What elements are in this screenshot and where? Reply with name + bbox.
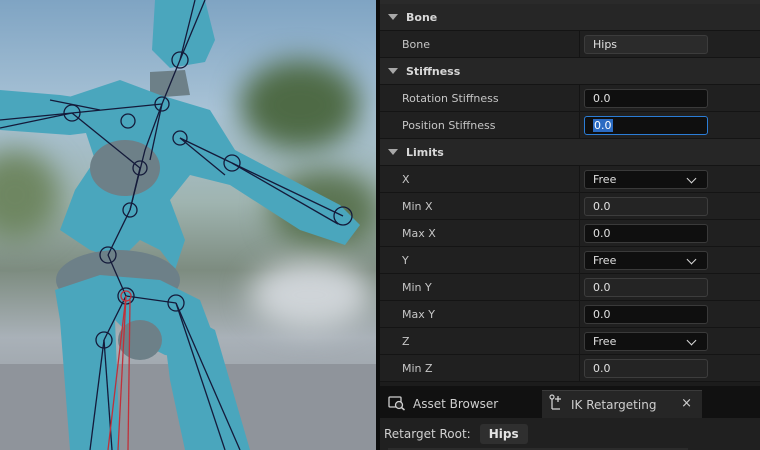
property-label: Min X (402, 199, 433, 213)
tab-bar: Asset Browser IK Retargeting × (380, 386, 760, 418)
chevron-down-icon (686, 254, 697, 265)
section-limits[interactable]: Limits (380, 139, 760, 166)
column-divider[interactable] (579, 355, 580, 381)
row-limit-z: Z Free (380, 328, 760, 355)
row-limit-x: X Free (380, 166, 760, 193)
limit-x-dropdown[interactable]: Free (584, 170, 708, 189)
dropdown-value: Free (593, 254, 617, 267)
min-z-input[interactable]: 0.0 (584, 359, 708, 378)
row-limit-y: Y Free (380, 247, 760, 274)
row-limit-max-x: Max X 0.0 (380, 220, 760, 247)
limits-rows: X Free Min X 0.0 Max X 0.0 Y Free Min Y 0.0 Max Y 0… (380, 166, 760, 382)
section-title: Stiffness (406, 64, 461, 78)
row-limit-min-z: Min Z 0.0 (380, 355, 760, 382)
property-label: Max X (402, 226, 436, 240)
row-limit-min-y: Min Y 0.0 (380, 274, 760, 301)
section-stiffness[interactable]: Stiffness (380, 58, 760, 85)
viewport[interactable] (0, 0, 376, 450)
property-label: Bone (402, 37, 431, 51)
property-label: Min Z (402, 361, 433, 375)
row-position-stiffness: Position Stiffness 0.0 (380, 112, 760, 139)
column-divider[interactable] (579, 112, 580, 138)
column-divider[interactable] (579, 274, 580, 300)
rotation-stiffness-input[interactable]: 0.0 (584, 89, 708, 108)
row-limit-min-x: Min X 0.0 (380, 193, 760, 220)
tab-ik-retargeting[interactable]: IK Retargeting × (542, 390, 702, 418)
close-tab-icon[interactable]: × (681, 396, 692, 411)
retarget-root-value[interactable]: Hips (479, 424, 528, 444)
section-bone[interactable]: Bone (380, 4, 760, 31)
asset-browser-icon (388, 395, 406, 414)
max-x-input[interactable]: 0.0 (584, 224, 708, 243)
position-stiffness-input[interactable]: 0.0 (584, 116, 708, 135)
column-divider[interactable] (579, 193, 580, 219)
selected-text: 0.0 (593, 119, 613, 132)
section-title: Limits (406, 145, 444, 159)
section-title: Bone (406, 10, 438, 24)
bone-name-field: Hips (584, 35, 708, 54)
property-label: Min Y (402, 280, 432, 294)
row-rotation-stiffness: Rotation Stiffness 0.0 (380, 85, 760, 112)
dropdown-value: Free (593, 335, 617, 348)
retarget-root-label: Retarget Root: (384, 427, 471, 441)
property-label: Y (402, 253, 409, 267)
tab-label: Asset Browser (413, 397, 499, 411)
ik-retargeting-icon (548, 394, 564, 415)
max-y-input[interactable]: 0.0 (584, 305, 708, 324)
column-divider[interactable] (579, 301, 580, 327)
collapse-triangle-icon[interactable] (388, 68, 398, 74)
chevron-down-icon (686, 173, 697, 184)
column-divider[interactable] (579, 247, 580, 273)
skeleton-overlay (0, 0, 353, 450)
row-bone: Bone Hips (380, 31, 760, 58)
property-label: Z (402, 334, 410, 348)
column-divider[interactable] (579, 328, 580, 354)
column-divider[interactable] (579, 220, 580, 246)
collapse-triangle-icon[interactable] (388, 14, 398, 20)
column-divider[interactable] (579, 31, 580, 57)
column-divider[interactable] (579, 166, 580, 192)
property-label: Rotation Stiffness (402, 91, 499, 105)
tab-asset-browser[interactable]: Asset Browser (384, 390, 534, 418)
property-label: X (402, 172, 410, 186)
chevron-down-icon (686, 335, 697, 346)
min-x-input[interactable]: 0.0 (584, 197, 708, 216)
dropdown-value: Free (593, 173, 617, 186)
retarget-root-bar: Retarget Root: Hips (380, 418, 760, 450)
column-divider[interactable] (579, 85, 580, 111)
min-y-input[interactable]: 0.0 (584, 278, 708, 297)
tab-label: IK Retargeting (571, 397, 657, 412)
collapse-triangle-icon[interactable] (388, 149, 398, 155)
limit-z-dropdown[interactable]: Free (584, 332, 708, 351)
property-label: Max Y (402, 307, 435, 321)
property-label: Position Stiffness (402, 118, 496, 132)
limit-y-dropdown[interactable]: Free (584, 251, 708, 270)
row-limit-max-y: Max Y 0.0 (380, 301, 760, 328)
details-panel: Bone Bone Hips Stiffness Rotation Stiffn… (380, 0, 760, 386)
